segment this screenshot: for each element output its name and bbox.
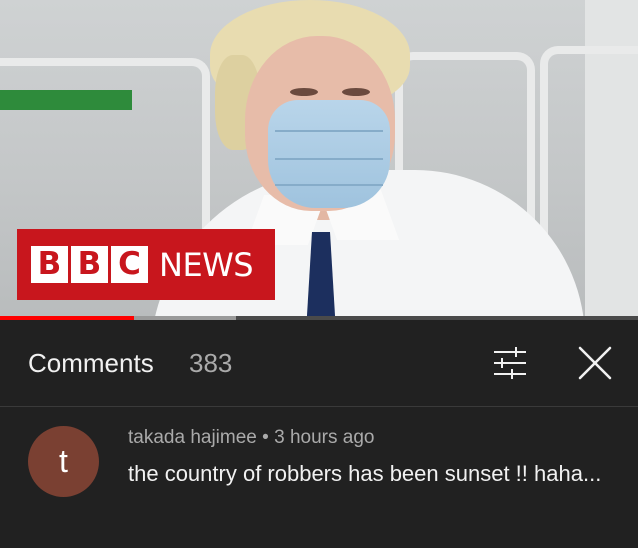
- face-mask-fold: [275, 158, 383, 160]
- person-eye: [290, 88, 318, 96]
- comment-time: 3 hours ago: [274, 427, 375, 448]
- face-mask-fold: [275, 184, 383, 186]
- logo-letter: C: [111, 246, 148, 283]
- comment-author[interactable]: takada hajimee: [128, 427, 257, 448]
- comments-title: Comments: [28, 348, 154, 378]
- comments-header: Comments 383: [0, 320, 638, 406]
- avatar[interactable]: t: [28, 426, 99, 497]
- comment-text: the country of robbers has been sunset !…: [128, 461, 602, 486]
- close-icon[interactable]: [576, 344, 614, 382]
- meta-separator: •: [256, 427, 275, 448]
- face-mask-fold: [275, 130, 383, 132]
- comment-item: t takada hajimee • 3 hours ago the count…: [0, 407, 638, 548]
- face-mask: [268, 100, 390, 208]
- person-eye: [342, 88, 370, 96]
- background-sign: [0, 90, 132, 110]
- video-player[interactable]: B B C NEWS: [0, 0, 638, 318]
- comments-count: 383: [189, 348, 233, 378]
- logo-letter: B: [71, 246, 108, 283]
- logo-wordmark: NEWS: [159, 245, 254, 284]
- comment-meta: takada hajimee • 3 hours ago: [128, 427, 374, 449]
- bbc-news-logo: B B C NEWS: [17, 229, 275, 300]
- logo-letter: B: [31, 246, 68, 283]
- filter-sliders-icon[interactable]: [490, 345, 530, 381]
